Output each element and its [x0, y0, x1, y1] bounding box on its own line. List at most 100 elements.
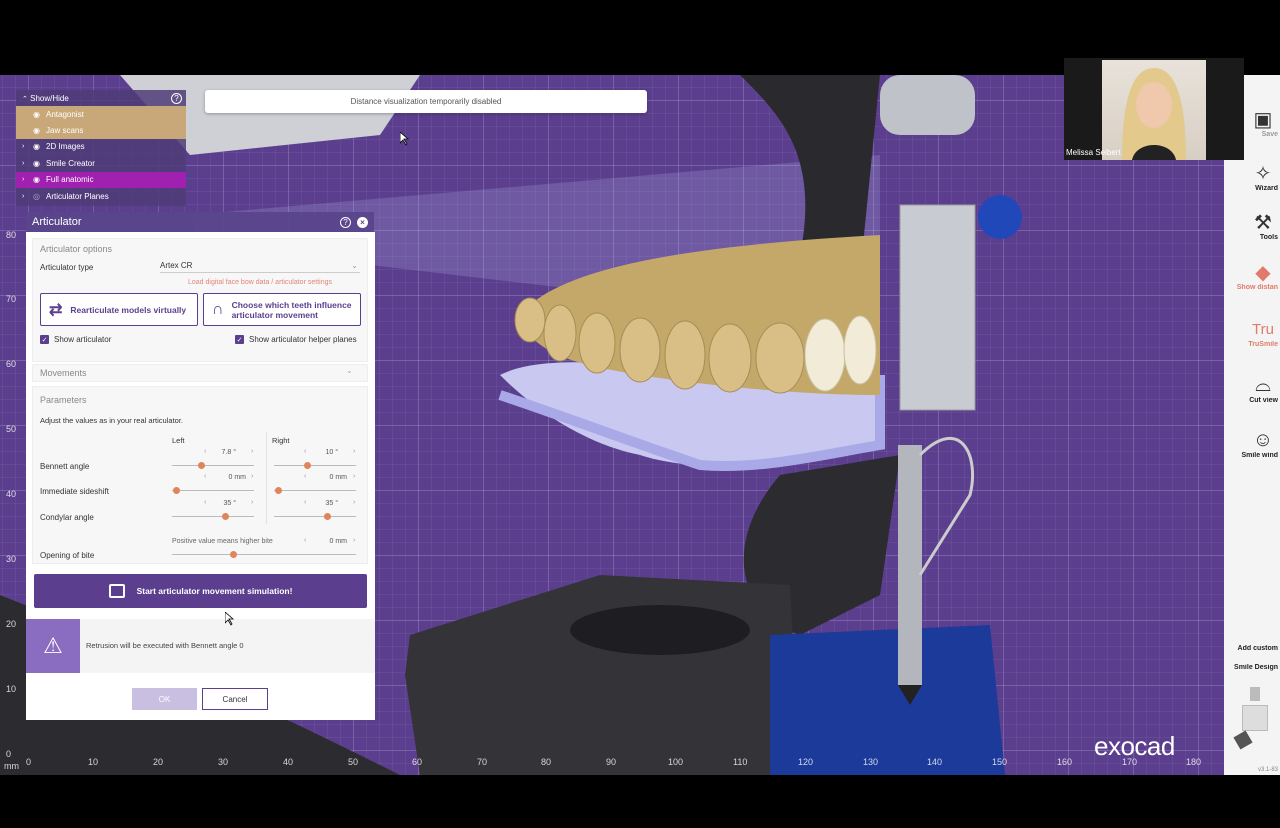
increment-icon[interactable]: › — [353, 537, 355, 544]
help-icon[interactable]: ? — [171, 92, 182, 104]
articulator-options-title: Articulator options — [40, 244, 113, 254]
help-icon[interactable]: ? — [340, 216, 351, 228]
eye-icon[interactable]: ◉ — [33, 159, 41, 168]
ruler-x-label: 60 — [412, 757, 423, 767]
show-hide-item-antagonist[interactable]: ◉ Antagonist — [16, 106, 186, 123]
show-hide-item-articulator-planes[interactable]: › ◎ Articulator Planes — [16, 188, 186, 204]
increment-icon[interactable]: › — [251, 448, 253, 455]
articulator-type-select[interactable]: Artex CR ⌄ — [160, 261, 360, 273]
ruler-x-label: 30 — [218, 757, 229, 767]
sideshift-left-value[interactable]: 0 mm — [206, 474, 247, 481]
sideshift-right-slider[interactable] — [274, 482, 356, 494]
articulator-base — [405, 575, 800, 775]
show-hide-title: Show/Hide — [30, 93, 69, 103]
condylar-right-value[interactable]: 35 ° — [311, 500, 338, 507]
decrement-icon[interactable]: ‹ — [304, 499, 306, 506]
bennett-right-value[interactable]: 10 ° — [311, 449, 338, 456]
condylar-left-value[interactable]: 35 ° — [206, 500, 236, 507]
chevron-down-icon[interactable]: ⌄ — [346, 366, 353, 375]
slider-knob[interactable] — [303, 462, 311, 469]
ruler-x-label: 120 — [798, 757, 814, 767]
ruler-x-label: 70 — [477, 757, 488, 767]
start-simulation-button[interactable]: Start articulator movement simulation! — [34, 574, 367, 608]
close-icon[interactable]: × — [357, 216, 368, 228]
toolbar-show-distance[interactable]: ◆ Show distan — [1224, 260, 1280, 292]
show-hide-item-smile-creator[interactable]: › ◉ Smile Creator — [16, 155, 186, 171]
movements-title: Movements — [40, 368, 87, 378]
sideshift-left-slider[interactable] — [172, 482, 254, 494]
show-hide-item-jaw-scans[interactable]: ◉ Jaw scans — [16, 122, 186, 139]
slider-knob[interactable] — [173, 487, 181, 494]
bennett-left-value[interactable]: 7.8 ° — [206, 449, 236, 456]
wand-icon: ✧ — [1254, 162, 1272, 185]
presenter-video — [1102, 60, 1206, 160]
show-hide-item-label: Antagonist — [46, 109, 84, 119]
choose-teeth-label: Choose which teeth influence articulator… — [231, 299, 352, 320]
cut-view-icon: ⌓ — [1255, 373, 1271, 396]
rearticulate-button[interactable]: ⇄ Rearticulate models virtually — [40, 293, 198, 326]
slider-knob[interactable] — [324, 513, 332, 520]
show-hide-header[interactable]: ⌃ Show/Hide ? — [16, 90, 186, 106]
ruler-x-label: 80 — [541, 757, 552, 767]
increment-icon[interactable]: › — [353, 448, 355, 455]
show-helper-planes-checkbox[interactable]: ✓ Show articulator helper planes — [235, 335, 357, 344]
show-hide-item-2d-images[interactable]: › ◉ 2D Images — [16, 139, 186, 155]
load-face-bow-link[interactable]: Load digital face bow data / articulator… — [188, 279, 332, 286]
decrement-icon[interactable]: ‹ — [304, 473, 306, 480]
increment-icon[interactable]: › — [353, 473, 355, 480]
toolbar-wizard[interactable]: ✧ Wizard — [1224, 161, 1280, 193]
chevron-right-icon[interactable]: › — [22, 143, 28, 150]
chevron-right-icon[interactable]: › — [22, 193, 28, 200]
ruler-unit: mm — [4, 761, 19, 771]
show-articulator-checkbox[interactable]: ✓ Show articulator — [40, 335, 111, 344]
sideshift-right-value[interactable]: 0 mm — [309, 474, 348, 481]
banner-text: Distance visualization temporarily disab… — [350, 97, 502, 106]
toolbar-tools[interactable]: ⚒ Tools — [1224, 210, 1280, 242]
increment-icon[interactable]: › — [251, 499, 253, 506]
slider-knob[interactable] — [197, 462, 205, 469]
bennett-left-slider[interactable] — [172, 457, 254, 469]
toolbar-cut-view[interactable]: ⌓ Cut view — [1224, 373, 1280, 405]
eye-icon[interactable]: ◉ — [33, 110, 41, 119]
slider-knob[interactable] — [222, 513, 230, 520]
eye-icon[interactable]: ◉ — [33, 175, 41, 184]
toolbar-item-label: TruSmile — [1248, 341, 1278, 348]
ruler-y-label: 50 — [6, 424, 17, 434]
warning-text: Retrusion will be executed with Bennett … — [86, 641, 244, 650]
cancel-button[interactable]: Cancel — [202, 688, 268, 710]
toolbar-item-label: Wizard — [1255, 185, 1278, 192]
view-navigation-cube[interactable] — [1233, 687, 1276, 751]
ok-button[interactable]: OK — [132, 688, 197, 710]
condylar-right-slider[interactable] — [274, 508, 356, 520]
decrement-icon[interactable]: ‹ — [304, 448, 306, 455]
ruler-x-label: 150 — [992, 757, 1008, 767]
eye-icon[interactable]: ◉ — [33, 126, 41, 135]
slider-knob[interactable] — [229, 551, 237, 558]
opening-value[interactable]: 0 mm — [309, 538, 348, 545]
ruler-y-label: 40 — [6, 489, 17, 499]
opening-slider[interactable] — [172, 546, 356, 558]
eye-icon[interactable]: ◉ — [33, 142, 41, 151]
choose-teeth-button[interactable]: ∩ Choose which teeth influence articulat… — [203, 293, 361, 326]
ruler-x-label: 160 — [1057, 757, 1073, 767]
increment-icon[interactable]: › — [251, 473, 253, 480]
slider-knob[interactable] — [275, 487, 283, 494]
chevron-right-icon[interactable]: › — [22, 160, 28, 167]
increment-icon[interactable]: › — [353, 499, 355, 506]
articulator-header[interactable]: Articulator ? × — [26, 212, 374, 232]
chevron-right-icon[interactable]: › — [22, 176, 28, 183]
bennett-right-slider[interactable] — [274, 457, 356, 469]
condylar-left-slider[interactable] — [172, 508, 254, 520]
toolbar-trusmile[interactable]: Tru TruSmile — [1224, 317, 1280, 349]
toolbar-smile-design[interactable]: Smile Design — [1224, 664, 1280, 671]
start-simulation-label: Start articulator movement simulation! — [136, 586, 293, 596]
decrement-icon[interactable]: ‹ — [304, 537, 306, 544]
eye-hidden-icon[interactable]: ◎ — [33, 192, 41, 201]
toolbar-smile-window[interactable]: ☺ Smile wind — [1224, 428, 1280, 460]
show-hide-item-label: Full anatomic — [46, 175, 94, 185]
show-hide-item-full-anatomic[interactable]: › ◉ Full anatomic — [16, 171, 186, 188]
left-column-label: Left — [172, 436, 185, 445]
warning-icon: ⚠ — [26, 619, 80, 673]
toolbar-add-custom[interactable]: Add custom — [1224, 645, 1280, 652]
smile-window-icon: ☺ — [1252, 428, 1274, 451]
